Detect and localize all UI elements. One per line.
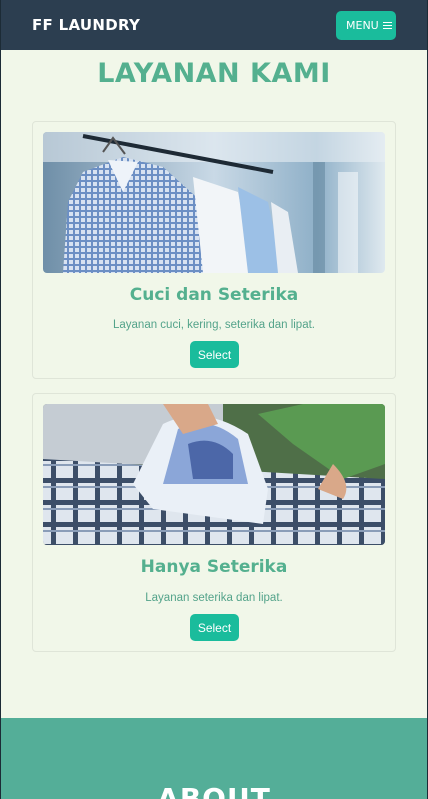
- section-title: LAYANAN KAMI: [97, 58, 331, 89]
- select-button[interactable]: Select: [190, 341, 239, 368]
- navbar: FF LAUNDRY MENU: [0, 0, 428, 50]
- about-section: ABOUT: [0, 718, 428, 799]
- menu-button[interactable]: MENU: [336, 11, 396, 40]
- ironing-shirt-photo: [43, 404, 385, 545]
- hamburger-icon: [382, 21, 392, 30]
- brand-logo[interactable]: FF LAUNDRY: [32, 16, 140, 34]
- card-title: Hanya Seterika: [140, 557, 288, 577]
- menu-label: MENU: [346, 19, 379, 32]
- select-button[interactable]: Select: [190, 614, 239, 641]
- card-description: Layanan cuci, kering, seterika dan lipat…: [112, 319, 315, 331]
- about-title: ABOUT: [157, 782, 271, 799]
- window-edge: [0, 0, 1, 799]
- service-card: Cuci dan Seterika Layanan cuci, kering, …: [32, 121, 396, 379]
- card-title: Cuci dan Seterika: [129, 285, 299, 305]
- service-card: Hanya Seterika Layanan seterika dan lipa…: [32, 393, 396, 652]
- shirts-on-hangers-photo: [43, 132, 385, 273]
- card-description: Layanan seterika dan lipat.: [145, 592, 283, 604]
